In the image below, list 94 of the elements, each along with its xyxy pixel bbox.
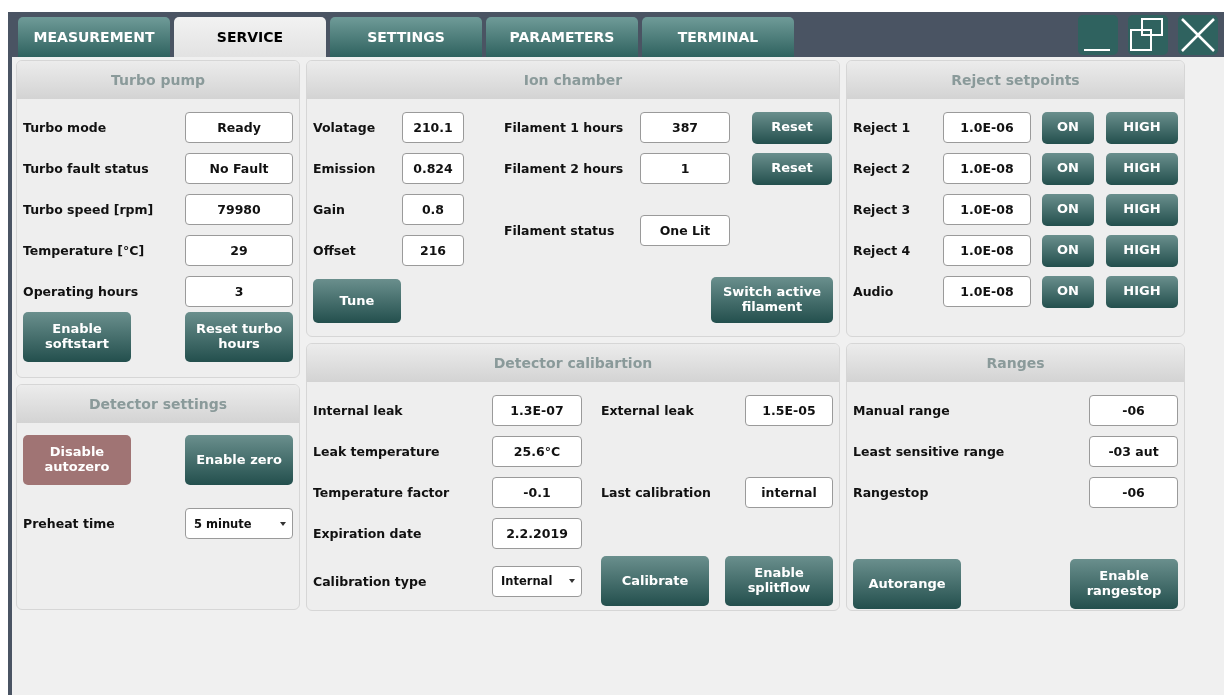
action-button[interactable]: Tune: [313, 279, 401, 323]
reset-button[interactable]: Reset: [752, 111, 832, 144]
dropdown[interactable]: Internal: [492, 565, 582, 597]
action-button[interactable]: Disable autozero: [23, 435, 131, 485]
value-field[interactable]: -03 aut: [1089, 436, 1178, 467]
high-button[interactable]: HIGH: [1106, 234, 1178, 267]
value-field[interactable]: internal: [745, 477, 833, 508]
tab[interactable]: MEASUREMENT: [18, 17, 170, 57]
action-button[interactable]: Enable softstart: [23, 312, 131, 362]
reset-button[interactable]: Reset: [752, 152, 832, 185]
high-button[interactable]: HIGH: [1106, 193, 1178, 226]
value-field[interactable]: -06: [1089, 395, 1178, 426]
field-label: Expiration date: [313, 526, 423, 541]
high-button[interactable]: HIGH: [1106, 275, 1178, 308]
field-label: Preheat time: [23, 516, 116, 531]
high-button[interactable]: HIGH: [1106, 152, 1178, 185]
on-button[interactable]: ON: [1042, 152, 1094, 185]
value-field[interactable]: 387: [640, 112, 730, 143]
on-button[interactable]: ON: [1042, 111, 1094, 144]
caret-icon: [280, 521, 286, 526]
action-button[interactable]: Calibrate: [601, 556, 709, 606]
close-icon[interactable]: [1178, 14, 1218, 55]
field-label: Reject 1: [853, 120, 912, 135]
caret-icon: [569, 579, 575, 583]
value-field[interactable]: 216: [402, 235, 464, 266]
field-label: Reject 3: [853, 202, 912, 217]
value-field[interactable]: 1.5E-05: [745, 395, 833, 426]
value-field[interactable]: 1.0E-08: [943, 194, 1031, 225]
on-button[interactable]: ON: [1042, 234, 1094, 267]
value-field[interactable]: 1.0E-08: [943, 276, 1031, 307]
field-label: Offset: [313, 243, 357, 258]
tab[interactable]: SERVICE: [174, 17, 326, 57]
panel-title: Ranges: [847, 344, 1184, 382]
tab[interactable]: SETTINGS: [330, 17, 482, 57]
field-label: Turbo mode: [23, 120, 108, 135]
value-field[interactable]: 210.1: [402, 112, 464, 143]
field-label: Least sensitive range: [853, 444, 1006, 459]
high-button[interactable]: HIGH: [1106, 111, 1178, 144]
field-label: Calibration type: [313, 573, 428, 589]
value-field[interactable]: 1.0E-06: [943, 112, 1031, 143]
field-label: Internal leak: [313, 403, 404, 418]
field-label: Volatage: [313, 120, 377, 135]
value-field[interactable]: 1: [640, 153, 730, 184]
value-field[interactable]: 1.0E-08: [943, 235, 1031, 266]
field-label: Operating hours: [23, 284, 140, 299]
value-field[interactable]: 1.0E-08: [943, 153, 1031, 184]
value-field[interactable]: 25.6°C: [492, 436, 582, 467]
minimize-icon[interactable]: [1078, 14, 1118, 55]
value-field[interactable]: 1.3E-07: [492, 395, 582, 426]
field-label: Filament 1 hours: [504, 120, 625, 135]
action-button[interactable]: Enable zero: [185, 435, 293, 485]
field-label: Turbo fault status: [23, 161, 150, 176]
field-label: Reject 4: [853, 243, 912, 258]
action-button[interactable]: Enable rangestop: [1070, 559, 1178, 609]
action-button[interactable]: Reset turbo hours: [185, 312, 293, 362]
action-button[interactable]: Enable splitflow: [725, 556, 833, 606]
field-label: Audio: [853, 284, 895, 299]
field-label: Leak temperature: [313, 444, 441, 459]
value-field[interactable]: Ready: [185, 112, 293, 143]
tab[interactable]: PARAMETERS: [486, 17, 638, 57]
field-label: Manual range: [853, 403, 951, 418]
field-label: Emission: [313, 161, 377, 176]
tab[interactable]: TERMINAL: [642, 17, 794, 57]
action-button[interactable]: Autorange: [853, 559, 961, 609]
panel-title: Ion chamber: [307, 61, 839, 99]
action-button[interactable]: Switch active filament: [711, 277, 833, 323]
panel-title: Detector calibartion: [307, 344, 839, 382]
field-label: Rangestop: [853, 485, 930, 500]
value-field[interactable]: 79980: [185, 194, 293, 225]
field-label: Gain: [313, 202, 346, 217]
on-button[interactable]: ON: [1042, 193, 1094, 226]
on-button[interactable]: ON: [1042, 275, 1094, 308]
panel-title: Detector settings: [17, 385, 299, 423]
value-field[interactable]: -06: [1089, 477, 1178, 508]
value-field[interactable]: One Lit: [640, 214, 730, 246]
field-label: Turbo speed [rpm]: [23, 202, 155, 217]
restore-icon[interactable]: [1128, 14, 1168, 55]
value-field[interactable]: 0.824: [402, 153, 464, 184]
field-label: Filament 2 hours: [504, 161, 625, 176]
dropdown[interactable]: 5 minute: [185, 508, 293, 539]
panel-title: Reject setpoints: [847, 61, 1184, 99]
field-label: Reject 2: [853, 161, 912, 176]
field-label: Last calibration: [601, 485, 712, 500]
value-field[interactable]: 29: [185, 235, 293, 266]
value-field[interactable]: No Fault: [185, 153, 293, 184]
value-field[interactable]: 3: [185, 276, 293, 307]
value-field[interactable]: 0.8: [402, 194, 464, 225]
field-label: Temperature factor: [313, 485, 451, 500]
field-label: External leak: [601, 403, 695, 418]
value-field[interactable]: -0.1: [492, 477, 582, 508]
field-label: Temperature [°C]: [23, 243, 146, 258]
value-field[interactable]: 2.2.2019: [492, 518, 582, 549]
panel-title: Turbo pump: [17, 61, 299, 99]
field-label: Filament status: [504, 222, 616, 238]
